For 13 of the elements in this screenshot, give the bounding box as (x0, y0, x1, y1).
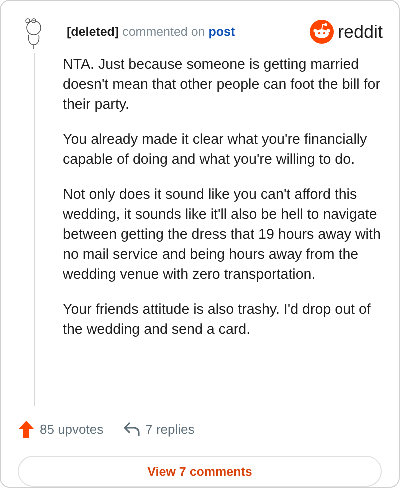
comment-paragraph: You already made it clear what you're financially capable of doing and what you're willing to do. (63, 131, 368, 170)
view-comments-button[interactable]: View 7 comments (18, 456, 382, 487)
reply-arrow-icon[interactable] (124, 422, 140, 436)
brand-name: reddit (338, 22, 383, 42)
comment-meta: [deleted] commented on post (67, 25, 236, 39)
upvote-arrow-icon[interactable] (19, 420, 34, 438)
reply-count: 7 replies (146, 422, 195, 436)
post-link[interactable]: post (208, 25, 236, 39)
comment-paragraph: Not only does it sound like you can't afford this wedding, it sounds like it'll also be hell to navigate between getting the dress that 19 hours away with no mail service and being hours away from the wedding venue with zero transportation. (63, 186, 382, 285)
upvote-count: 85 upvotes (40, 422, 104, 436)
comment-paragraph: Your friends attitude is also trashy. I'd drop out of the wedding and send a card. (63, 301, 372, 340)
comment-paragraph: NTA. Just because someone is getting married doesn't mean that other people can foot the bill for their party. (63, 56, 382, 115)
alien-logo-icon (310, 20, 334, 44)
